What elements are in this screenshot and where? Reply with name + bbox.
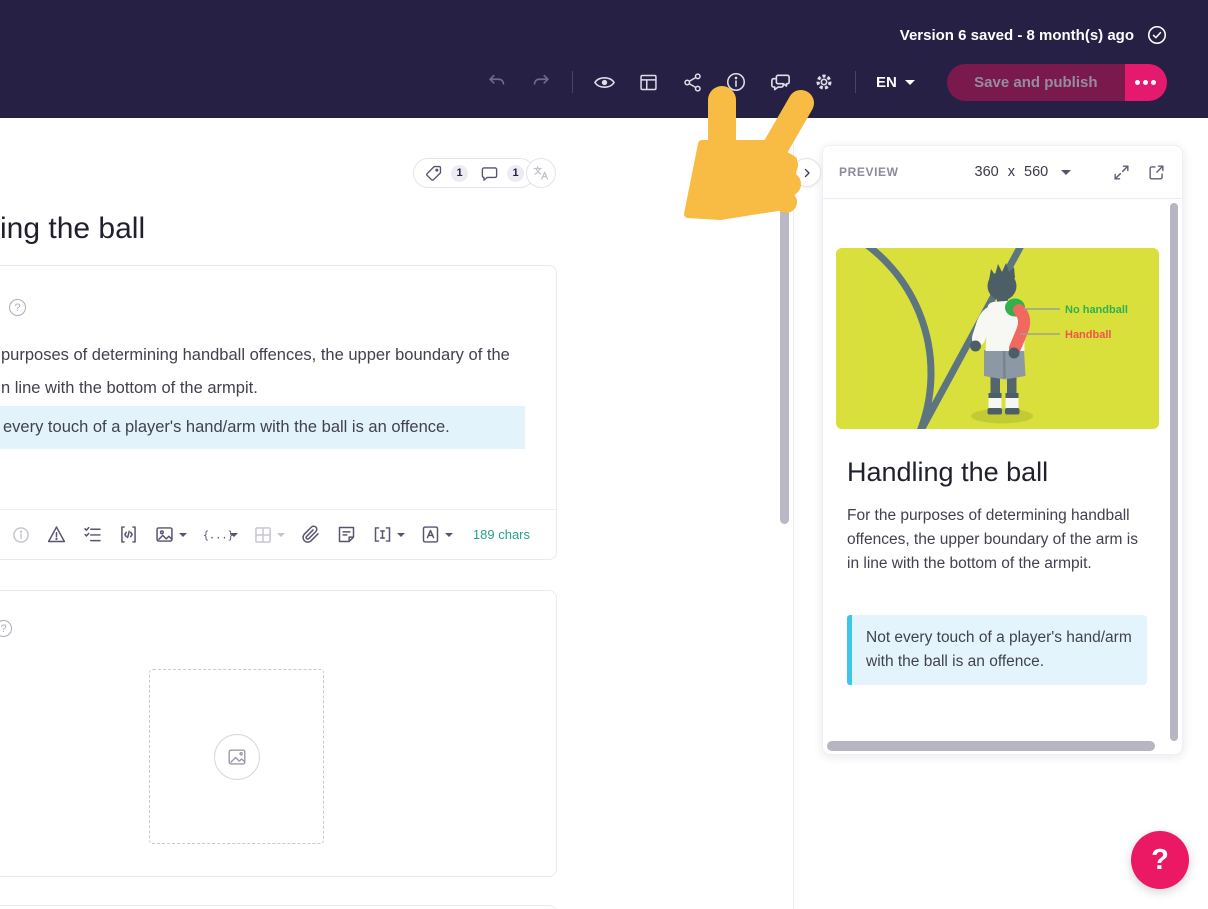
editor-scrollbar[interactable]: [780, 192, 789, 524]
fullscreen-button[interactable]: [1112, 163, 1131, 182]
share-button[interactable]: [675, 65, 709, 99]
version-status: Version 6 saved - 8 month(s) ago: [900, 24, 1168, 46]
comment-count-badge: 1: [507, 164, 524, 182]
text-block-editor[interactable]: purposes of determining handball offence…: [1, 339, 510, 405]
slide-highlight-text: Not every touch of a player's hand/arm w…: [866, 629, 1132, 670]
checklist-icon[interactable]: [82, 524, 103, 545]
lesson-title[interactable]: ing the ball: [0, 212, 145, 246]
tags-comments-pill[interactable]: 1 1: [413, 158, 535, 188]
preview-label: PREVIEW: [839, 165, 899, 179]
settings-gear-button[interactable]: [807, 65, 841, 99]
help-icon[interactable]: ?: [0, 620, 12, 637]
code-block-icon[interactable]: [118, 524, 139, 545]
toolbar-divider: [855, 71, 856, 93]
preview-header: PREVIEW 360 x 560: [823, 146, 1182, 199]
editor-toolbar-top: EN Save and publish: [480, 62, 1167, 102]
chevron-down-icon: [277, 532, 285, 537]
glossary-icon[interactable]: [420, 524, 453, 545]
next-block-card: [0, 905, 557, 909]
help-icon[interactable]: ?: [9, 299, 26, 316]
undo-button[interactable]: [480, 65, 514, 99]
chevron-down-icon: [397, 532, 405, 537]
toolbar-divider: [572, 71, 573, 93]
text-line: purposes of determining handball offence…: [1, 346, 510, 364]
top-bar: Version 6 saved - 8 month(s) ago EN Save…: [0, 0, 1208, 118]
comment-icon: [480, 164, 499, 183]
add-image-icon: [213, 733, 260, 780]
tag-icon: [424, 164, 443, 183]
text-field-icon[interactable]: [372, 524, 405, 545]
preview-eye-button[interactable]: [587, 65, 621, 99]
text-block-card: ? purposes of determining handball offen…: [0, 265, 557, 560]
authoring-app: Version 6 saved - 8 month(s) ago EN Save…: [0, 0, 1208, 909]
chevron-down-icon: [445, 532, 453, 537]
char-counter: 189 chars: [472, 527, 530, 542]
viewport-width: 360: [974, 164, 999, 180]
save-and-publish-button[interactable]: Save and publish: [946, 63, 1125, 101]
chevron-right-icon: [804, 168, 810, 177]
image-upload-placeholder[interactable]: [149, 669, 324, 844]
tag-count-badge: 1: [451, 164, 468, 182]
version-status-text: Version 6 saved - 8 month(s) ago: [899, 26, 1134, 44]
slide-highlight-box: Not every touch of a player's hand/arm w…: [847, 615, 1147, 685]
info-button[interactable]: [719, 65, 753, 99]
comments-button[interactable]: [763, 65, 797, 99]
text-line: n line with the bottom of the armpit.: [1, 379, 258, 397]
info-insert-icon[interactable]: [11, 525, 31, 545]
image-thumbnail[interactable]: [1, 669, 124, 844]
insert-image-icon[interactable]: [154, 524, 187, 545]
chevron-down-icon: [904, 79, 915, 85]
slide-image-handball-illustration: [836, 248, 1159, 429]
translate-button[interactable]: [526, 158, 556, 188]
variables-icon[interactable]: {...}: [202, 525, 238, 545]
preview-panel: PREVIEW 360 x 560 Handling the ball For …: [822, 145, 1183, 755]
check-circle-icon: [1146, 24, 1168, 46]
chevron-down-icon: [179, 532, 187, 537]
slide-heading: Handling the ball: [847, 457, 1049, 487]
attachment-icon[interactable]: [300, 524, 321, 545]
text-format-toolbar: {...} 189 chars: [0, 509, 556, 559]
table-icon[interactable]: [253, 525, 285, 545]
more-options-button[interactable]: [1124, 63, 1167, 101]
language-code: EN: [876, 73, 897, 91]
redo-button[interactable]: [524, 65, 558, 99]
highlight-text: every touch of a player's hand/arm with …: [3, 418, 450, 436]
warning-insert-icon[interactable]: [46, 524, 67, 545]
pane-divider: [793, 118, 794, 909]
chevron-down-icon: [1061, 169, 1072, 175]
preview-vertical-scrollbar[interactable]: [1170, 203, 1178, 741]
viewport-times: x: [1007, 164, 1015, 180]
collapse-preview-button[interactable]: [792, 158, 821, 187]
viewport-height: 560: [1024, 164, 1049, 180]
chevron-down-icon: [230, 532, 238, 537]
viewport-size-dropdown[interactable]: 360 x 560: [975, 164, 1072, 180]
note-icon[interactable]: [336, 524, 357, 545]
language-dropdown[interactable]: EN: [876, 74, 915, 91]
layout-button[interactable]: [631, 65, 665, 99]
help-button[interactable]: ?: [1131, 831, 1189, 889]
open-in-new-tab-button[interactable]: [1147, 163, 1166, 182]
slide-body-text: For the purposes of determining handball…: [847, 507, 1138, 572]
image-block-card: ?: [0, 590, 557, 877]
highlight-box[interactable]: every touch of a player's hand/arm with …: [0, 406, 525, 449]
preview-horizontal-scrollbar[interactable]: [827, 741, 1155, 751]
translate-icon: [533, 165, 549, 180]
